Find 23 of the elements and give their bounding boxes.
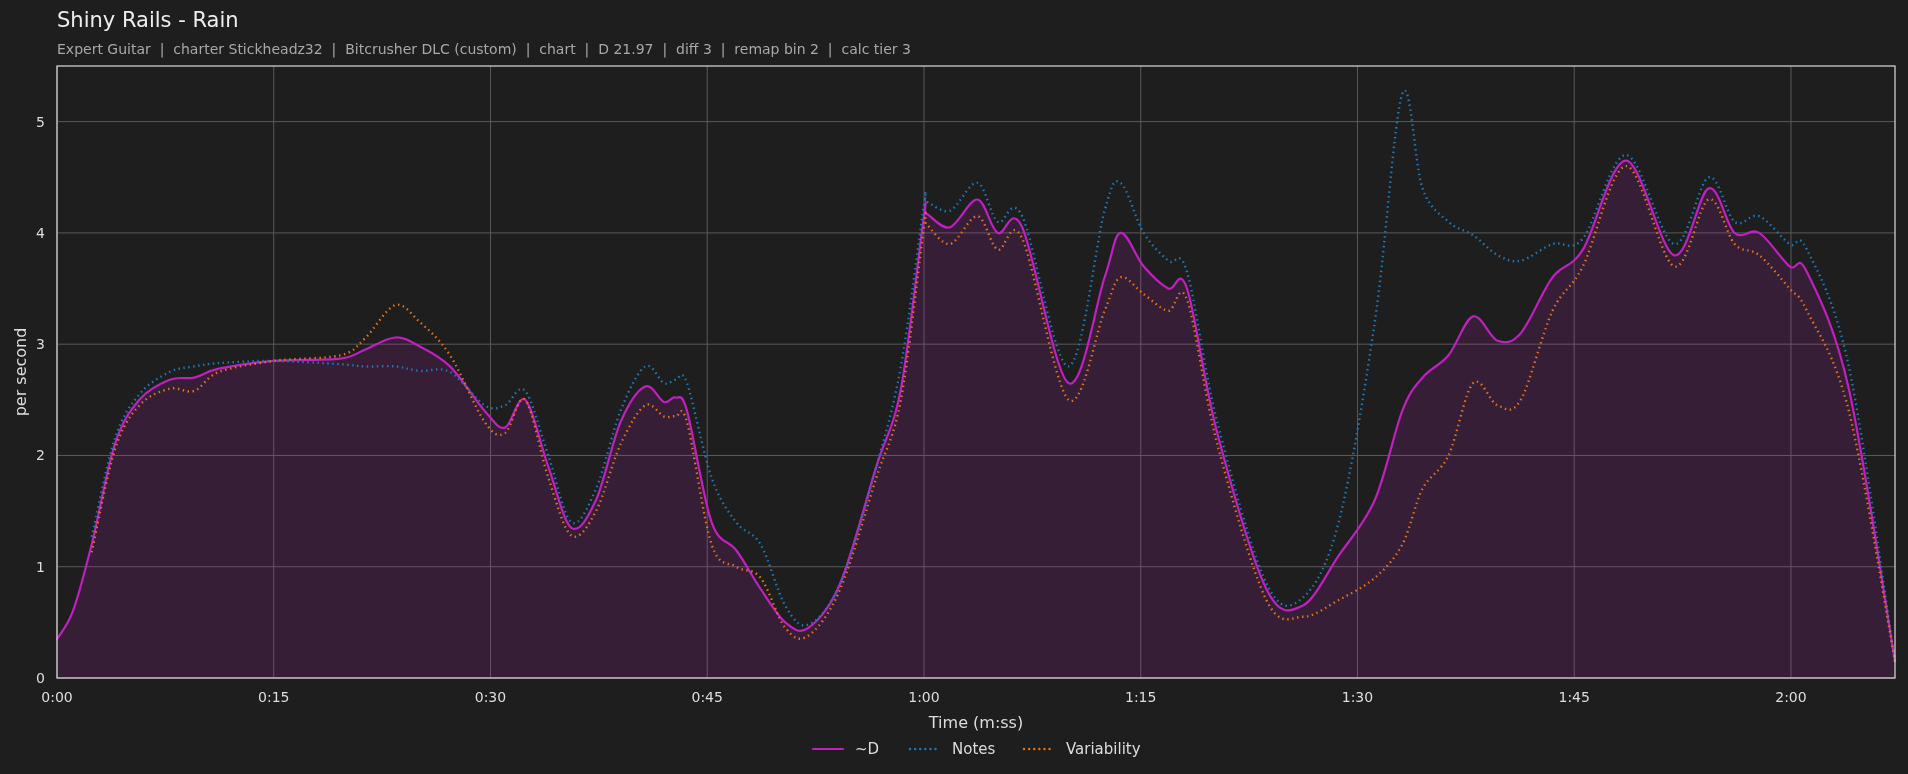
x-tick-label: 0:45 xyxy=(691,689,723,705)
x-tick-label: 2:00 xyxy=(1775,689,1807,705)
x-tick-label: 1:15 xyxy=(1125,689,1157,705)
legend-label: ~D xyxy=(855,740,880,758)
y-axis-label: per second xyxy=(11,327,30,417)
x-tick-label: 0:30 xyxy=(474,689,507,705)
x-tick-label: 1:45 xyxy=(1558,689,1590,705)
y-tick-label: 0 xyxy=(36,670,45,686)
legend-swatch-icon xyxy=(811,747,845,751)
x-tick-label: 1:00 xyxy=(908,689,940,705)
chart-title: Shiny Rails - Rain xyxy=(57,7,239,34)
legend-label: Variability xyxy=(1066,740,1141,758)
legend-label: Notes xyxy=(952,740,996,758)
y-tick-label: 4 xyxy=(36,224,45,241)
chart-subtitle: Expert Guitar | charter Stickheadz32 | Bitcrusher DLC (custom) | chart | D 21.97 | diff 3 | remap bin 2 | calc tier 3 xyxy=(57,40,911,59)
y-tick-label: 1 xyxy=(36,558,45,575)
x-tick-label: 0:00 xyxy=(41,689,73,705)
x-axis-label: Time (m:ss) xyxy=(928,713,1024,732)
x-tick-label: 1:30 xyxy=(1341,689,1374,705)
y-tick-label: 3 xyxy=(36,336,45,353)
y-tick-label: 5 xyxy=(36,113,45,130)
x-tick-label: 0:15 xyxy=(258,689,290,705)
y-tick-label: 2 xyxy=(36,447,45,464)
